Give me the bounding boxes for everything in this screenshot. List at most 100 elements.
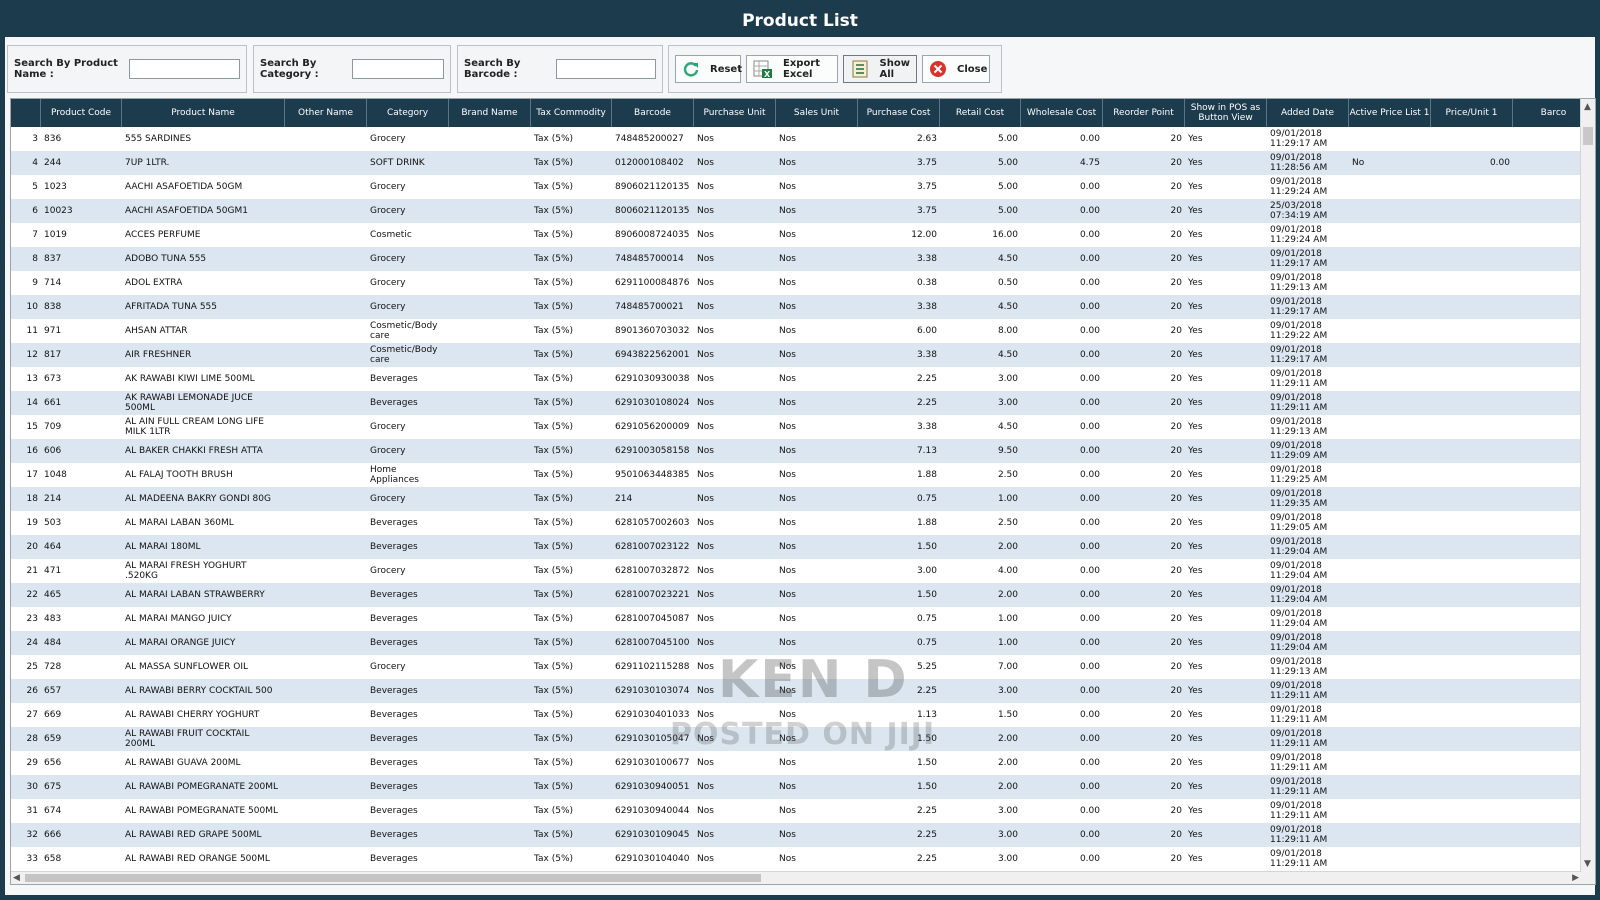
cell-price-unit-1 — [1431, 463, 1513, 487]
table-row[interactable]: 7 1019 ACCES PERFUME Cosmetic Tax (5%) 890600… — [11, 223, 1595, 247]
cell-barcode: 6291003058158 — [615, 446, 690, 456]
close-button[interactable]: Close — [922, 55, 990, 83]
column-header-product-name[interactable]: Product Name — [122, 99, 285, 127]
cell-brand-name — [449, 367, 531, 391]
cell-purchase-unit: Nos — [697, 158, 714, 168]
window-title: Product List — [5, 5, 1595, 37]
column-header-reorder-point[interactable]: Reorder Point — [1103, 99, 1185, 127]
cell-brand-name — [449, 703, 531, 727]
table-row[interactable]: 30 675 AL RAWABI POMEGRANATE 200ML Beverage… — [11, 775, 1595, 799]
cell-sales-unit: Nos — [779, 446, 796, 456]
column-header-active-price-list-1[interactable]: Active Price List 1 — [1349, 99, 1431, 127]
cell-reorder-point: 20 — [1170, 350, 1182, 360]
search-category-input[interactable] — [352, 59, 444, 79]
scroll-left-icon[interactable]: ◀ — [13, 872, 20, 884]
column-header-purchase-cost[interactable]: Purchase Cost — [858, 99, 940, 127]
column-header-sales-unit[interactable]: Sales Unit — [776, 99, 858, 127]
show-all-button[interactable]: Show All — [842, 55, 917, 83]
scroll-down-icon[interactable]: ▼ — [1584, 858, 1591, 870]
cell-purchase-cost: 3.75 — [916, 158, 937, 168]
cell-added-date: 09/01/2018 11:29:04 AM — [1270, 633, 1328, 653]
column-header-row-number[interactable] — [11, 99, 41, 127]
cell-active-price-list-1 — [1349, 679, 1431, 703]
cell-wholesale-cost: 0.00 — [1079, 710, 1100, 720]
cell-other-name — [285, 487, 367, 511]
product-list-window: Product List Search By Product Name : Se… — [5, 5, 1596, 895]
table-row[interactable]: 21 471 AL MARAI FRESH YOGHURT .520KG Grocer… — [11, 559, 1595, 583]
vertical-scroll-thumb[interactable] — [1583, 127, 1593, 145]
cell-row-number: 10 — [26, 302, 38, 312]
cell-row-number: 17 — [26, 470, 38, 480]
column-header-other-name[interactable]: Other Name — [285, 99, 367, 127]
table-row[interactable]: 8 837 ADOBO TUNA 555 Grocery Tax (5%) 7484857… — [11, 247, 1595, 271]
column-header-product-code[interactable]: Product Code — [41, 99, 122, 127]
reset-button[interactable]: Reset — [675, 55, 742, 83]
table-row[interactable]: 29 656 AL RAWABI GUAVA 200ML Beverages Tax (… — [11, 751, 1595, 775]
table-row[interactable]: 17 1048 AL FALAJ TOOTH BRUSH Home Appliance… — [11, 463, 1595, 487]
cell-purchase-unit: Nos — [697, 590, 714, 600]
column-header-brand-name[interactable]: Brand Name — [449, 99, 531, 127]
table-row[interactable]: 33 658 AL RAWABI RED ORANGE 500ML Beverages… — [11, 847, 1595, 871]
table-row[interactable]: 10 838 AFRITADA TUNA 555 Grocery Tax (5%) 748… — [11, 295, 1595, 319]
column-header-barcode[interactable]: Barcode — [612, 99, 694, 127]
scroll-right-icon[interactable]: ▶ — [1572, 872, 1579, 884]
search-barcode-group: Search By Barcode : — [457, 45, 663, 93]
horizontal-scroll-thumb[interactable] — [25, 874, 761, 882]
cell-other-name — [285, 271, 367, 295]
cell-other-name — [285, 127, 367, 151]
column-header-category[interactable]: Category — [367, 99, 449, 127]
cell-purchase-cost: 3.38 — [916, 350, 937, 360]
cell-row-number: 29 — [26, 758, 38, 768]
cell-purchase-cost: 6.00 — [916, 326, 937, 336]
cell-purchase-cost: 2.25 — [916, 806, 937, 816]
table-row[interactable]: 4 244 7UP 1LTR. SOFT DRINK Tax (5%) 012000108… — [11, 151, 1595, 175]
cell-other-name — [285, 583, 367, 607]
table-row[interactable]: 23 483 AL MARAI MANGO JUICY Beverages Tax (5… — [11, 607, 1595, 631]
table-row[interactable]: 14 661 AK RAWABI LEMONADE JUCE 500ML Bevera… — [11, 391, 1595, 415]
table-row[interactable]: 22 465 AL MARAI LABAN STRAWBERRY Beverages T… — [11, 583, 1595, 607]
table-row[interactable]: 31 674 AL RAWABI POMEGRANATE 500ML Beverage… — [11, 799, 1595, 823]
column-header-purchase-unit[interactable]: Purchase Unit — [694, 99, 776, 127]
cell-product-name: AL FALAJ TOOTH BRUSH — [125, 470, 233, 480]
cell-brand-name — [449, 415, 531, 439]
cell-show-in-pos: Yes — [1188, 350, 1203, 360]
cell-retail-cost: 1.00 — [997, 614, 1018, 624]
svg-text:X: X — [764, 70, 771, 79]
column-header-price-unit-1[interactable]: Price/Unit 1 — [1431, 99, 1513, 127]
export-excel-button[interactable]: X Export Excel — [746, 55, 838, 83]
cell-product-code: 656 — [44, 758, 62, 768]
cell-added-date: 09/01/2018 11:29:11 AM — [1270, 801, 1328, 821]
cell-purchase-cost: 1.88 — [916, 470, 937, 480]
cell-barcode: 6291030104040 — [615, 854, 690, 864]
cell-category: Beverages — [370, 854, 418, 864]
cell-reorder-point: 20 — [1170, 518, 1182, 528]
column-header-tax-commodity[interactable]: Tax Commodity — [531, 99, 612, 127]
table-row[interactable]: 9 714 ADOL EXTRA Grocery Tax (5%) 62911000848… — [11, 271, 1595, 295]
vertical-scrollbar[interactable]: ▲ ▼ — [1580, 99, 1595, 884]
cell-product-code: 709 — [44, 422, 62, 432]
cell-product-code: 817 — [44, 350, 62, 360]
column-header-retail-cost[interactable]: Retail Cost — [940, 99, 1021, 127]
column-header-wholesale-cost[interactable]: Wholesale Cost — [1021, 99, 1103, 127]
table-row[interactable]: 19 503 AL MARAI LABAN 360ML Beverages Tax (5… — [11, 511, 1595, 535]
table-row[interactable]: 3 836 555 SARDINES Grocery Tax (5%) 748485200… — [11, 127, 1595, 151]
table-row[interactable]: 20 464 AL MARAI 180ML Beverages Tax (5%) 6281… — [11, 535, 1595, 559]
horizontal-scrollbar[interactable]: ◀ ▶ — [11, 871, 1581, 884]
table-row[interactable]: 12 817 AIR FRESHNER Cosmetic/Body care Tax (… — [11, 343, 1595, 367]
search-barcode-input[interactable] — [556, 59, 656, 79]
search-product-name-input[interactable] — [129, 59, 240, 79]
column-header-show-in-pos[interactable]: Show in POS as Button View — [1185, 99, 1267, 127]
table-row[interactable]: 13 673 AK RAWABI KIWI LIME 500ML Beverages T… — [11, 367, 1595, 391]
table-row[interactable]: 11 971 AHSAN ATTAR Cosmetic/Body care Tax (5… — [11, 319, 1595, 343]
scroll-up-icon[interactable]: ▲ — [1584, 101, 1591, 113]
cell-other-name — [285, 247, 367, 271]
table-row[interactable]: 16 606 AL BAKER CHAKKI FRESH ATTA Grocery Ta… — [11, 439, 1595, 463]
table-row[interactable]: 5 1023 AACHI ASAFOETIDA 50GM Grocery Tax (5%… — [11, 175, 1595, 199]
table-row[interactable]: 6 10023 AACHI ASAFOETIDA 50GM1 Grocery Tax (… — [11, 199, 1595, 223]
cell-other-name — [285, 847, 367, 871]
column-header-added-date[interactable]: Added Date — [1267, 99, 1349, 127]
table-row[interactable]: 18 214 AL MADEENA BAKRY GONDI 80G Grocery Ta… — [11, 487, 1595, 511]
cell-product-name: ACCES PERFUME — [125, 230, 201, 240]
table-row[interactable]: 32 666 AL RAWABI RED GRAPE 500ML Beverages T… — [11, 823, 1595, 847]
table-row[interactable]: 15 709 AL AIN FULL CREAM LONG LIFE MILK 1L… — [11, 415, 1595, 439]
